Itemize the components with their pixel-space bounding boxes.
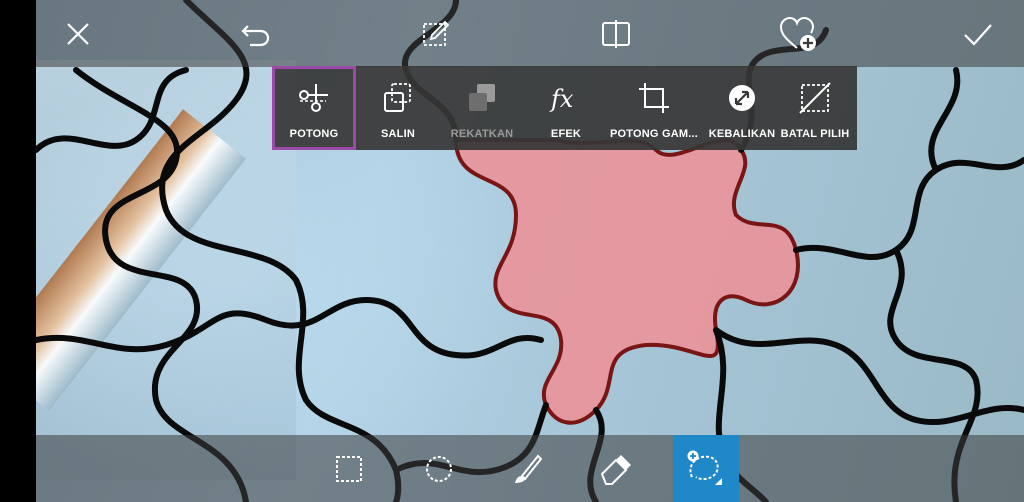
menu-item-paste[interactable]: REKATKAN	[440, 66, 524, 150]
menu-item-label: SALIN	[381, 128, 415, 140]
edit-button[interactable]	[414, 12, 458, 56]
ellipse-select-button[interactable]	[406, 435, 472, 502]
menu-item-label: KEBALIKAN	[708, 128, 776, 140]
rectangle-select-icon	[336, 455, 362, 482]
selected-puzzle-piece	[453, 138, 800, 425]
deselect-icon	[799, 82, 831, 114]
eraser-button[interactable]	[582, 435, 648, 502]
bottom-toolbar	[36, 435, 1024, 502]
compare-icon	[602, 20, 630, 48]
invert-icon	[729, 85, 755, 111]
lasso-add-button[interactable]	[673, 435, 739, 502]
heart-plus-icon	[779, 16, 816, 51]
undo-button[interactable]	[234, 12, 278, 56]
brush-icon	[515, 454, 543, 483]
paste-icon	[469, 84, 495, 111]
favorite-add-button[interactable]	[776, 12, 820, 56]
editor-stage: POTONG SALIN REKATKAN fx EFEK POTONG GAM…	[36, 0, 1024, 502]
eraser-icon	[600, 454, 631, 485]
selection-action-menu: POTONG SALIN REKATKAN fx EFEK POTONG GAM…	[272, 66, 857, 150]
compare-button[interactable]	[594, 12, 638, 56]
apply-button[interactable]	[956, 12, 1000, 56]
menu-item-label: BATAL PILIH	[780, 128, 850, 140]
menu-item-label: POTONG	[289, 128, 339, 140]
undo-icon	[241, 25, 270, 47]
crop-icon	[639, 83, 669, 113]
top-toolbar	[36, 0, 1024, 67]
lasso-add-icon	[687, 450, 722, 485]
ellipse-select-icon	[426, 455, 452, 482]
close-button[interactable]	[56, 12, 100, 56]
menu-item-deselect[interactable]: BATAL PILIH	[773, 66, 857, 150]
menu-item-crop[interactable]: POTONG GAM...	[608, 66, 700, 150]
menu-item-label: EFEK	[550, 128, 582, 140]
brush-select-button[interactable]	[494, 435, 560, 502]
menu-item-copy[interactable]: SALIN	[356, 66, 440, 150]
menu-item-effect[interactable]: fx EFEK	[524, 66, 608, 150]
menu-item-cut[interactable]: POTONG	[272, 66, 356, 150]
scissors-icon	[299, 84, 328, 112]
edit-icon	[423, 20, 450, 46]
check-icon	[964, 24, 992, 46]
menu-item-label: REKATKAN	[450, 128, 514, 140]
fx-icon: fx	[549, 85, 574, 113]
copy-icon	[384, 83, 411, 112]
rectangle-select-button[interactable]	[316, 435, 382, 502]
svg-text:fx: fx	[549, 85, 574, 113]
close-icon	[67, 23, 89, 45]
menu-item-label: POTONG GAM...	[610, 128, 698, 140]
